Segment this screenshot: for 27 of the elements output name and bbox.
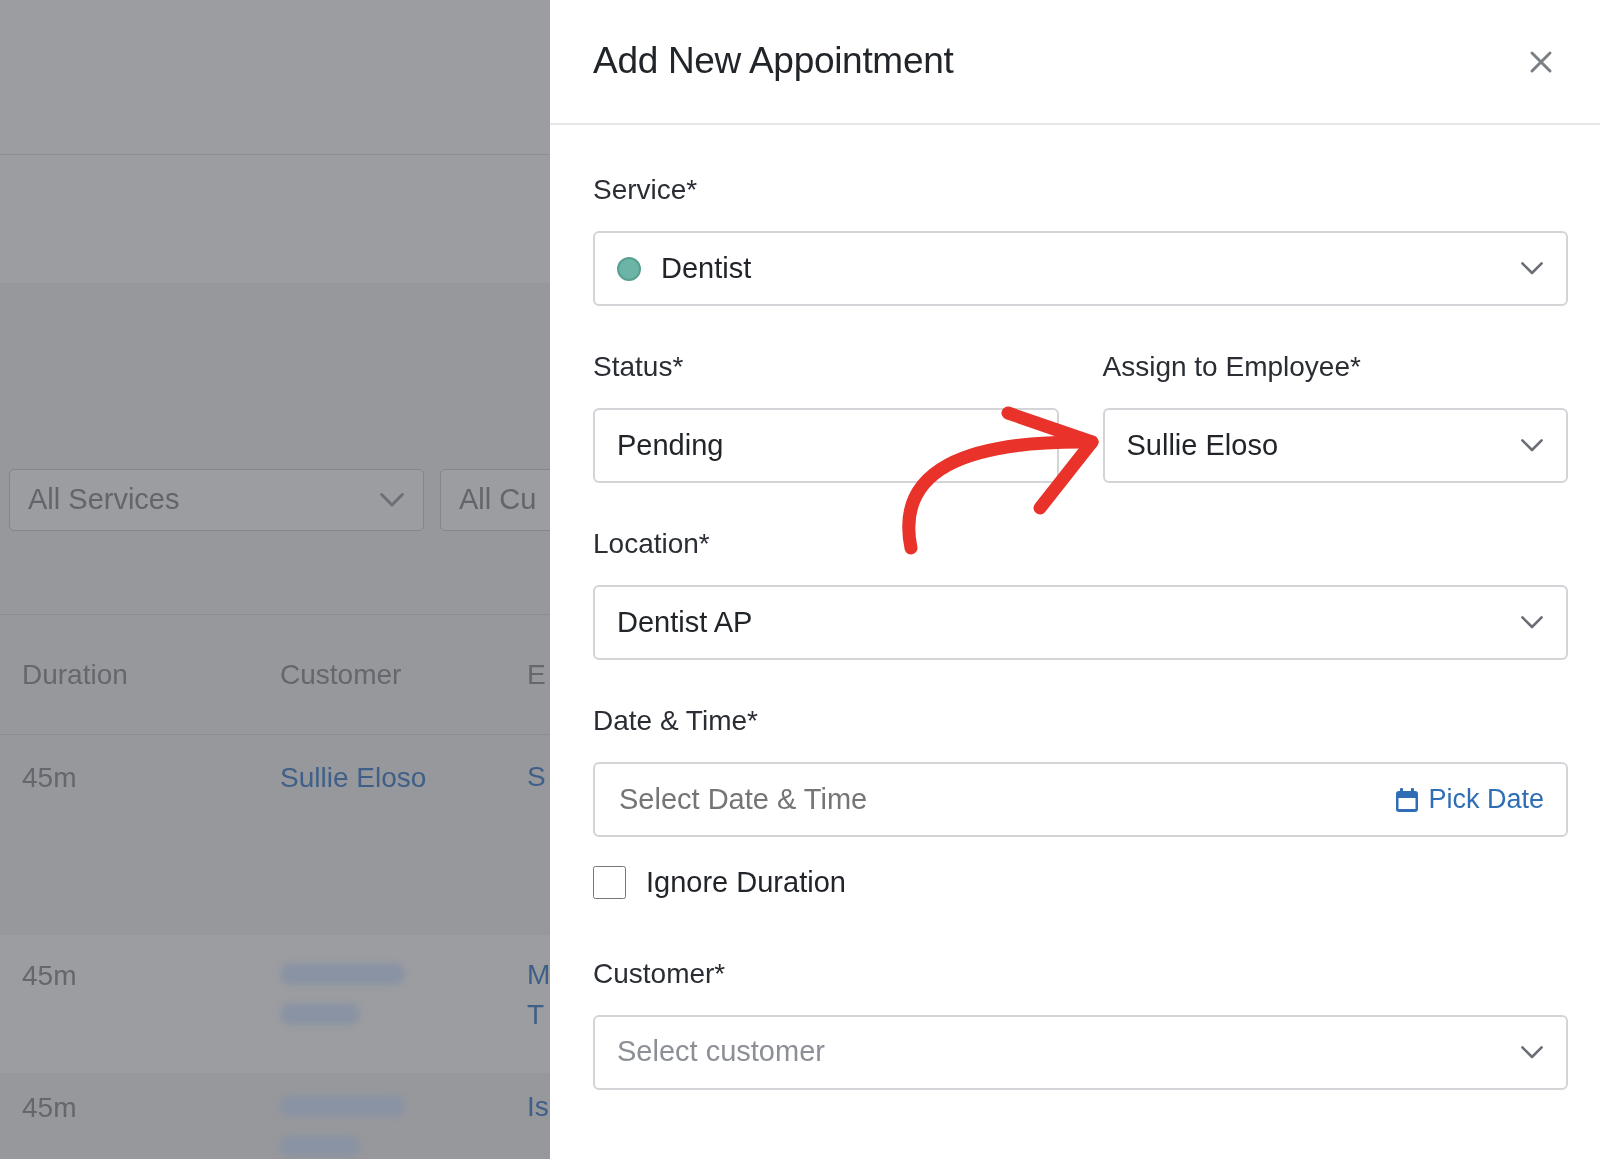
field-label: Location* (593, 527, 710, 561)
select-field[interactable]: Pending (593, 408, 1059, 483)
select-field[interactable]: Sullie Eloso (1102, 408, 1568, 483)
field-label: Date & Time* (593, 704, 758, 738)
chevron-down-icon (379, 492, 405, 508)
field-label: Customer* (593, 956, 726, 991)
table-cell: S (527, 761, 546, 792)
checkbox[interactable] (593, 866, 626, 900)
chevron-down-icon (1520, 261, 1544, 276)
select-field[interactable]: Select customer (593, 1014, 1568, 1090)
chevron-down-icon (1520, 1044, 1544, 1060)
field-label: Service* (593, 173, 698, 207)
table-cell: 45m (22, 960, 77, 991)
chevron-down-icon (1520, 438, 1544, 453)
table-cell: T (527, 999, 545, 1030)
calendar-icon (1396, 787, 1419, 812)
chevron-down-icon (1520, 615, 1544, 630)
table-cell: M (527, 959, 550, 990)
field-label: Status* (593, 350, 684, 384)
table-cell: Is (527, 1091, 549, 1122)
date-time-field[interactable]: Select Date & Time Pick Date (593, 762, 1568, 837)
checkbox-label: Ignore Duration (646, 865, 846, 900)
pick-date-button[interactable]: Pick Date (1396, 779, 1544, 820)
select-field[interactable]: Dentist (593, 231, 1568, 306)
select-field[interactable]: Dentist AP (593, 585, 1568, 660)
modal-title: Add New Appointment (593, 39, 954, 84)
field-label: Assign to Employee* (1102, 350, 1361, 384)
